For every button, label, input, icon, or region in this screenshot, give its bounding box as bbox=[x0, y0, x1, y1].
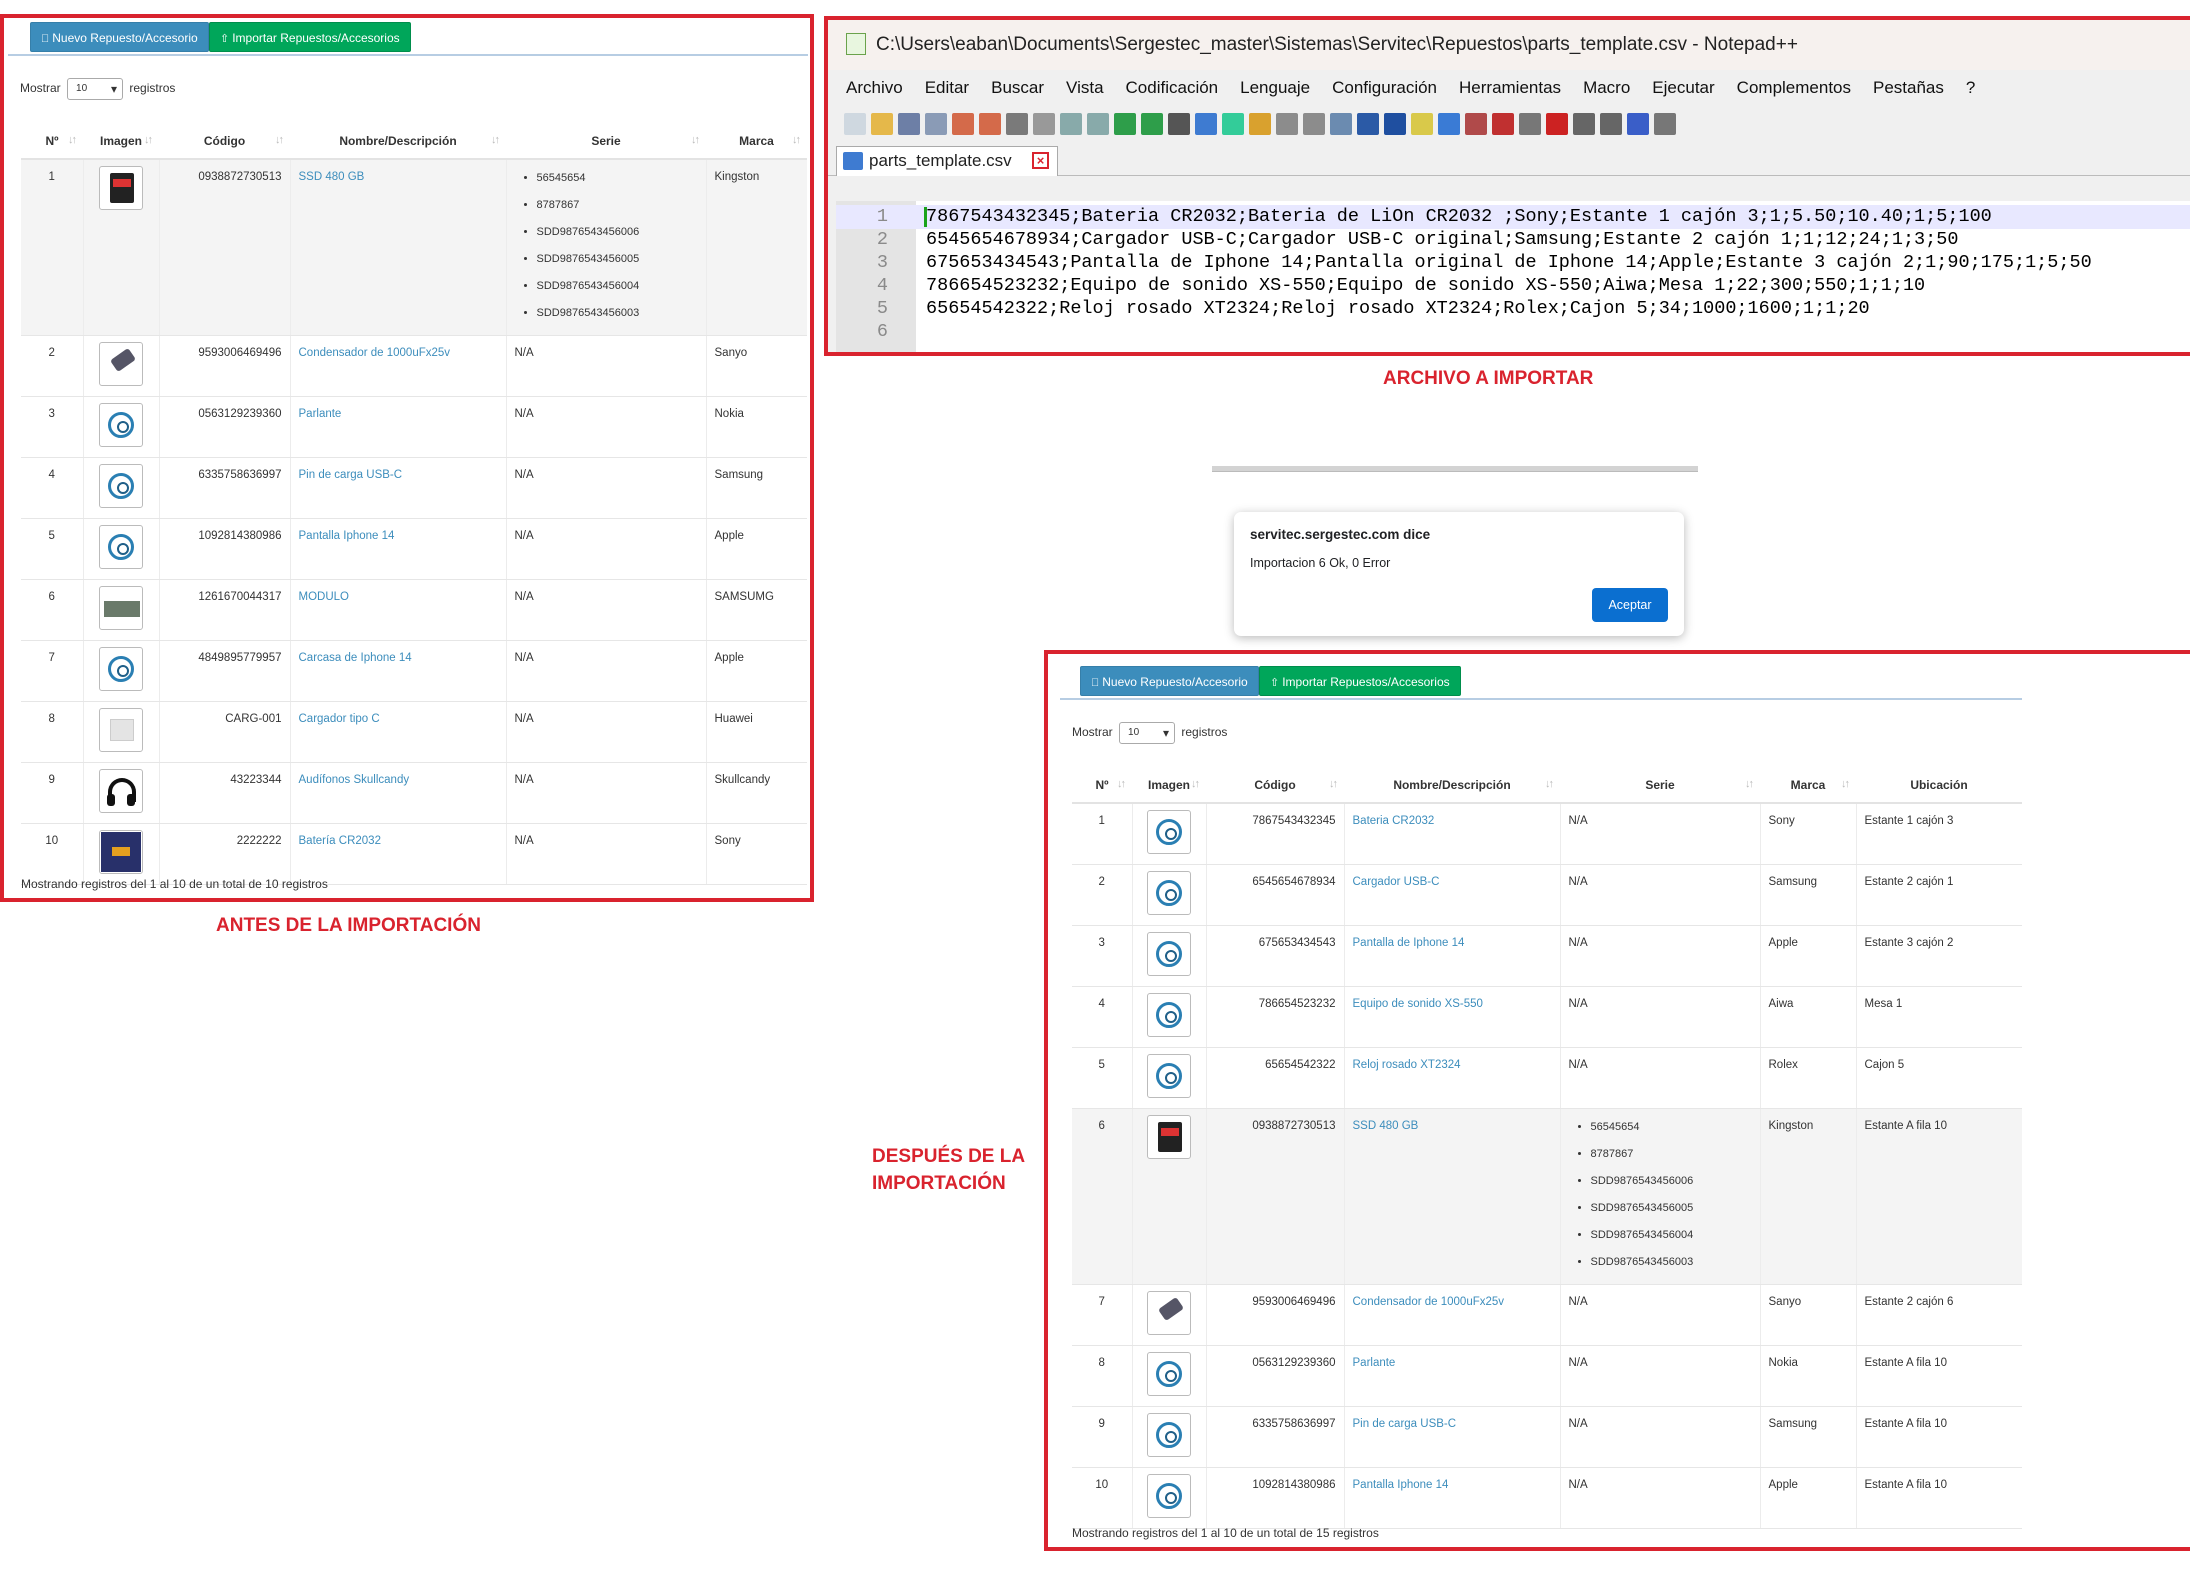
after-frame bbox=[1044, 650, 2190, 1551]
notepad-caption: ARCHIVO A IMPORTAR bbox=[1383, 368, 1594, 389]
before-frame bbox=[0, 14, 814, 902]
dialog-title: servitec.sergestec.com dice bbox=[1250, 527, 1431, 542]
dialog-message: Importacion 6 Ok, 0 Error bbox=[1250, 556, 1391, 570]
before-caption: ANTES DE LA IMPORTACIÓN bbox=[216, 915, 481, 936]
after-caption-line1: DESPUÉS DE LA bbox=[872, 1146, 1026, 1167]
after-caption-line2: IMPORTACIÓN bbox=[872, 1173, 1006, 1194]
accept-button[interactable]: Aceptar bbox=[1592, 588, 1668, 622]
notepad-frame bbox=[824, 16, 2190, 356]
alert-dialog: servitec.sergestec.com dice Importacion … bbox=[1234, 512, 1684, 636]
dialog-backdrop-strip bbox=[1212, 466, 1698, 472]
